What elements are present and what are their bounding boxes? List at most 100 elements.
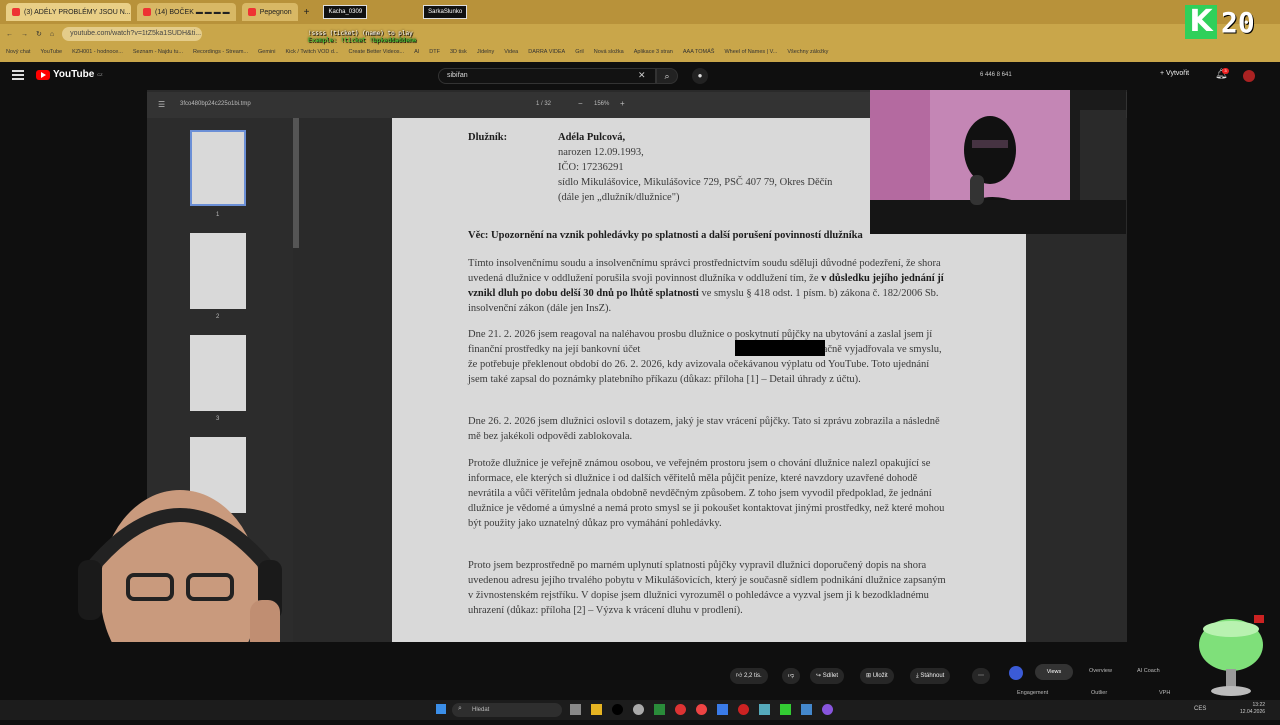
analytics-sub-vph[interactable]: VPH — [1159, 690, 1170, 696]
tiktok-icon[interactable] — [612, 704, 623, 715]
xbox-icon[interactable] — [654, 704, 665, 715]
analytics-widget: Views Overview AI Coach Engagement Outli… — [1005, 660, 1185, 700]
browser-tab-strip: (3) ADÉLY PROBLÉMY JSOU N... (14) BOČEK … — [0, 0, 1280, 24]
stream-counter-badge: K 20 — [1185, 4, 1275, 40]
task-view-icon[interactable] — [570, 704, 581, 715]
cup-overlay-icon — [1196, 615, 1266, 705]
debtor-block: Adéla Pulcová, narozen 12.09.1993, IČO: … — [558, 132, 833, 203]
clear-search-icon[interactable]: ✕ — [638, 70, 646, 81]
share-button[interactable]: ↪ Sdílet — [810, 668, 845, 684]
menu-icon[interactable] — [12, 70, 24, 80]
paragraph-4: Protože dlužnice je veřejně známou osobo… — [468, 458, 945, 529]
overlay-tab-kacha: Kacha_0309 — [323, 5, 368, 19]
paragraph-5: Proto jsem bezprostředně po marném uplyn… — [468, 560, 946, 616]
bookmark-item[interactable]: Gemini — [258, 49, 275, 55]
bookmark-item[interactable]: Nová složka — [594, 49, 624, 55]
thumbnail-scrollbar[interactable] — [293, 118, 299, 248]
file-explorer-icon[interactable] — [591, 704, 602, 715]
avatar[interactable] — [1243, 70, 1255, 82]
dislike-button[interactable]: 👎︎ — [782, 668, 801, 684]
language-indicator[interactable]: CES — [1194, 706, 1206, 712]
browser-tab-active[interactable]: (3) ADÉLY PROBLÉMY JSOU N... — [6, 3, 131, 21]
analytics-tab-views[interactable]: Views — [1035, 664, 1073, 680]
app-icon[interactable] — [780, 704, 791, 715]
chrome-icon[interactable] — [696, 704, 707, 715]
thumbnail-number: 1 — [216, 212, 220, 218]
like-button[interactable]: 👍︎ 2,2 tis. — [730, 668, 768, 684]
bookmark-item[interactable]: Jídelny — [477, 49, 494, 55]
kick-logo: K — [1185, 5, 1217, 39]
settings-icon[interactable] — [633, 704, 644, 715]
analytics-sub-outlier[interactable]: Outlier — [1091, 690, 1107, 696]
create-button[interactable]: + Vytvořit — [1160, 70, 1189, 77]
page-thumbnail[interactable] — [190, 233, 246, 309]
channel-stats: 6 446 8 641 — [980, 72, 1012, 78]
system-clock[interactable]: 13:22 12.04.2026 — [1240, 702, 1265, 716]
url-field[interactable]: youtube.com/watch?v=1tZ5ka1SUDH&ti... — [62, 27, 203, 41]
new-tab-button[interactable]: + — [304, 7, 310, 18]
stream-chat-overlay: !ssss (ticket) (name) to play Example: !… — [308, 30, 416, 44]
bookmark-item[interactable]: Wheel of Names | V... — [724, 49, 777, 55]
app-icon[interactable] — [717, 704, 728, 715]
bookmark-item[interactable]: Aplikace 3 stran — [634, 49, 673, 55]
bookmark-item[interactable]: Videa — [504, 49, 518, 55]
windows-start-icon[interactable] — [436, 704, 446, 714]
analytics-tab-ai-coach[interactable]: AI Coach — [1137, 668, 1160, 674]
bookmark-item[interactable]: AAA TOMÁŠ — [683, 49, 715, 55]
app-icon[interactable] — [759, 704, 770, 715]
bookmark-item[interactable]: Create Better Videos... — [349, 49, 405, 55]
bookmark-item[interactable]: 3D tisk — [450, 49, 467, 55]
app-icon[interactable] — [801, 704, 812, 715]
page-thumbnail[interactable] — [190, 335, 246, 411]
download-button[interactable]: ⤓ Stáhnout — [910, 668, 951, 684]
more-actions-button[interactable]: ⋯ — [972, 668, 990, 684]
paragraph-2: Dne 21. 2. 2026 jsem reagoval na naléhav… — [468, 329, 942, 385]
zoom-out-icon[interactable]: − — [578, 99, 583, 108]
paragraph-1: Tímto insolvenčnímu soudu a insolvenčním… — [468, 258, 944, 314]
youtube-logo[interactable]: YouTube CZ — [36, 69, 103, 80]
pdf-zoom-level[interactable]: 156% — [594, 101, 609, 107]
webcam-person-icon — [870, 90, 1126, 234]
bookmark-item[interactable]: KZH001 - hodnoce... — [72, 49, 123, 55]
home-icon[interactable]: ⌂ — [50, 31, 54, 38]
bookmarks-bar: Nový chat YouTube KZH001 - hodnoce... Sezna… — [0, 44, 1280, 60]
back-icon[interactable]: ← — [6, 31, 13, 38]
save-button[interactable]: ⊞ Uložit — [860, 668, 894, 684]
taskbar-search-input[interactable]: Hledat — [452, 703, 562, 717]
bookmark-item[interactable]: Recordings - Stream... — [193, 49, 248, 55]
bookmark-item[interactable]: AI — [414, 49, 419, 55]
microphone-icon[interactable]: ● — [692, 68, 708, 84]
notification-badge: 3 — [1222, 68, 1229, 74]
address-bar-row: ← → ↻ ⌂ youtube.com/watch?v=1tZ5ka1SUDH&… — [0, 24, 1280, 44]
opera-icon[interactable] — [738, 704, 749, 715]
bookmark-item[interactable]: Gril — [575, 49, 584, 55]
page-thumbnail[interactable] — [190, 130, 246, 206]
overlay-tab-sarka: SarkaSlunko — [423, 5, 468, 19]
search-input[interactable]: sibiřan — [438, 68, 656, 84]
bookmark-item[interactable]: Nový chat — [6, 49, 30, 55]
obs-icon[interactable] — [822, 704, 833, 715]
pdf-sidebar-toggle-icon[interactable]: ☰ — [158, 100, 165, 109]
youtube-favicon-icon — [12, 8, 20, 16]
app-icon[interactable] — [675, 704, 686, 715]
pdf-page-indicator[interactable]: 1 / 32 — [536, 101, 551, 107]
zoom-in-icon[interactable]: + — [620, 99, 625, 108]
pdf-file-name: 3fco480bp24c225o1bi.tmp — [180, 101, 251, 107]
stream-counter: 20 — [1221, 5, 1255, 39]
bookmark-item[interactable]: YouTube — [40, 49, 62, 55]
bookmark-item[interactable]: DARRA VIDEA — [528, 49, 565, 55]
bookmark-item[interactable]: Všechny záložky — [787, 49, 828, 55]
forward-icon[interactable]: → — [21, 31, 28, 38]
search-icon[interactable]: ⌕ — [656, 68, 678, 84]
bookmark-item[interactable]: Seznam - Najdu tu... — [133, 49, 183, 55]
taskbar-apps — [570, 704, 833, 715]
bookmark-item[interactable]: Kick / Twitch VOD d... — [285, 49, 338, 55]
reload-icon[interactable]: ↻ — [36, 30, 42, 38]
webcam-overlay-top — [870, 90, 1126, 234]
analytics-sub-engagement[interactable]: Engagement — [1017, 690, 1048, 696]
browser-tab[interactable]: (14) BOČEK ▬ ▬ ▬ ▬ — [137, 3, 236, 21]
redacted-account-number — [735, 340, 825, 356]
bookmark-item[interactable]: DTF — [429, 49, 440, 55]
analytics-tab-overview[interactable]: Overview — [1089, 668, 1112, 674]
browser-tab[interactable]: Pepegnon — [241, 3, 298, 21]
